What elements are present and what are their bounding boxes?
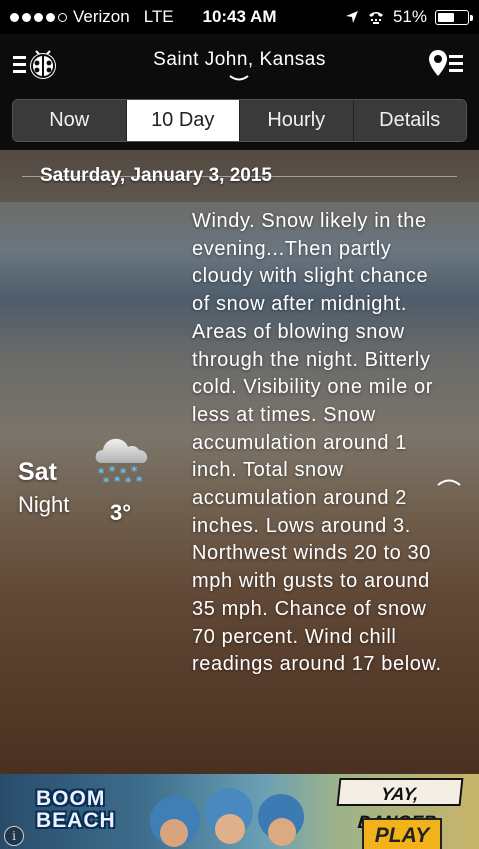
ad-soldier-art	[160, 819, 188, 847]
forecast-description: Windy. Snow likely in the evening...Then…	[192, 210, 442, 676]
phone-tty-icon	[368, 12, 383, 24]
svg-text:*: *	[125, 475, 132, 487]
svg-text:*: *	[136, 474, 143, 487]
location-arrow-icon	[345, 11, 358, 23]
svg-text:*: *	[103, 475, 110, 487]
forecast-date: Saturday, January 3, 2015	[40, 165, 272, 186]
forecast-period: Night	[18, 492, 70, 517]
ad-play-button[interactable]: PLAY	[362, 818, 442, 849]
chevron-up-icon[interactable]	[436, 475, 462, 487]
tab-now[interactable]: Now	[13, 100, 127, 141]
ad-info-icon[interactable]: i	[4, 826, 24, 846]
status-right: 51%	[345, 0, 473, 34]
tab-10-day[interactable]: 10 Day	[126, 100, 240, 141]
tab-hourly[interactable]: Hourly	[240, 100, 354, 141]
snow-cloud-icon: * * * * * * * *	[95, 438, 148, 487]
status-bar: Verizon LTE 10:43 AM 51%	[0, 0, 479, 34]
svg-text:*: *	[114, 474, 121, 487]
forecast-day: Sat	[18, 458, 57, 486]
locations-list-button[interactable]	[427, 48, 467, 82]
ad-soldier-art	[268, 818, 296, 846]
location-title[interactable]: Saint John, Kansas	[0, 49, 479, 71]
tab-details[interactable]: Details	[353, 100, 466, 141]
map-pin-list-icon	[429, 50, 463, 76]
ad-brand-logo: BOOM BEACH	[36, 787, 116, 832]
ad-banner[interactable]: BOOM BEACH YAY, DANGER PLAY i	[0, 774, 479, 849]
ad-tagline: YAY, DANGER	[336, 778, 464, 832]
tab-bar: Now 10 Day Hourly Details	[0, 94, 479, 150]
battery-icon	[435, 9, 473, 25]
segmented-control: Now 10 Day Hourly Details	[12, 99, 467, 142]
forecast-content[interactable]: Saturday, January 3, 2015 Sat Night * * * *…	[0, 150, 479, 774]
ad-soldier-art	[215, 814, 245, 844]
chevron-down-icon[interactable]	[228, 74, 250, 84]
battery-percent: 51%	[392, 7, 427, 26]
app-header: Saint John, Kansas	[0, 34, 479, 94]
date-header: Saturday, January 3, 2015	[0, 150, 479, 202]
forecast-temperature: 3°	[110, 500, 132, 525]
